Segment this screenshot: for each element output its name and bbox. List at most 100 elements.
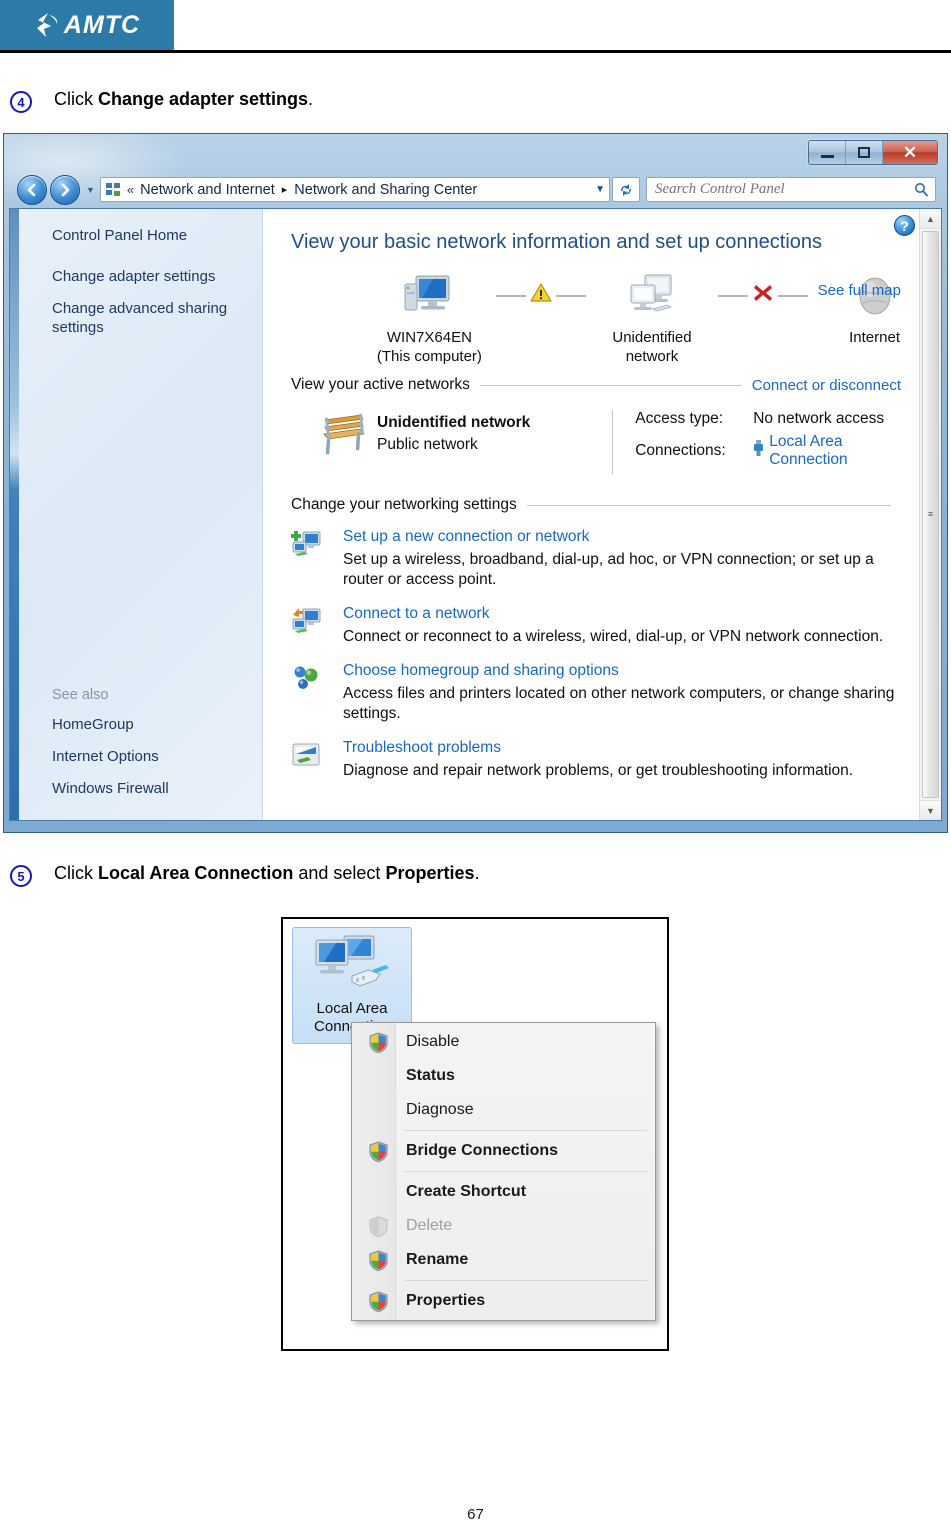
- network-sharing-center-window: ✕ ▼ « Network and Internet ▸ Network and…: [3, 133, 948, 833]
- forward-arrow-icon: [61, 183, 70, 196]
- breadcrumb-item-network-internet[interactable]: Network and Internet: [140, 182, 275, 198]
- search-input[interactable]: [653, 180, 914, 199]
- list-item[interactable]: Set up a new connection or network Set u…: [291, 528, 899, 590]
- menu-item-label: Rename: [406, 1251, 469, 1268]
- see-full-map-link[interactable]: See full map: [818, 282, 901, 299]
- step-5-suffix: .: [474, 863, 480, 883]
- vertical-scrollbar[interactable]: ▲ ≡ ▼: [919, 209, 941, 820]
- sidebar-item-control-panel-home[interactable]: Control Panel Home: [52, 226, 262, 245]
- network-node-this-computer[interactable]: WIN7X64EN (This computer): [363, 268, 496, 366]
- menu-item-status[interactable]: Status: [352, 1059, 655, 1093]
- active-network-divider: [612, 410, 614, 474]
- maximize-button[interactable]: [846, 141, 883, 164]
- networking-settings-header: Change your networking settings: [291, 496, 941, 514]
- connect-or-disconnect-link[interactable]: Connect or disconnect: [752, 377, 901, 394]
- scrollbar-grip-icon: ≡: [927, 509, 934, 519]
- networking-settings-list: Set up a new connection or network Set u…: [291, 528, 941, 781]
- access-type-label: Access type:: [635, 410, 724, 427]
- sidebar-item-homegroup[interactable]: HomeGroup: [52, 715, 169, 734]
- shield-icon: [360, 1140, 396, 1162]
- list-item[interactable]: Troubleshoot problems Diagnose and repai…: [291, 739, 899, 781]
- breadcrumb-overflow[interactable]: «: [127, 182, 134, 197]
- computer-name: WIN7X64EN: [386, 329, 472, 346]
- list-item[interactable]: Connect to a network Connect or reconnec…: [291, 605, 899, 647]
- logo-swoosh-icon: [36, 13, 58, 37]
- menu-item-bridge-connections[interactable]: Bridge Connections: [352, 1134, 655, 1168]
- minimize-button[interactable]: [809, 141, 846, 164]
- network-node-unidentified-network[interactable]: Unidentified network: [586, 268, 719, 366]
- window-titlebar: ✕: [9, 138, 942, 171]
- active-network-details: Access type: No network access Connectio…: [635, 410, 901, 474]
- forward-button[interactable]: [50, 174, 80, 205]
- menu-item-label: Status: [406, 1067, 455, 1084]
- scrollbar-thumb[interactable]: ≡: [922, 231, 939, 798]
- recent-pages-dropdown[interactable]: ▼: [86, 185, 95, 195]
- step-4-text: Click Change adapter settings.: [54, 88, 313, 110]
- scroll-down-button[interactable]: ▼: [920, 800, 941, 820]
- step-5-text: Click Local Area Connection and select P…: [54, 862, 480, 884]
- scroll-up-button[interactable]: ▲: [920, 209, 941, 229]
- tile-label-line1: Local Area: [316, 1000, 388, 1017]
- sidebar-item-change-adapter-settings[interactable]: Change adapter settings: [52, 267, 262, 286]
- page-header: AMTC: [0, 0, 951, 58]
- maximize-icon: [858, 147, 870, 158]
- header-divider: [0, 50, 951, 53]
- menu-item-properties[interactable]: Properties: [352, 1284, 655, 1318]
- minimize-icon: [820, 154, 834, 158]
- search-box[interactable]: [646, 177, 936, 202]
- back-button[interactable]: [17, 174, 47, 205]
- step-5-bold-2: Properties: [385, 863, 475, 883]
- menu-item-rename[interactable]: Rename: [352, 1243, 655, 1277]
- networking-settings-title: Change your networking settings: [291, 496, 517, 513]
- see-also-title: See also: [52, 687, 109, 703]
- link-troubleshoot-problems[interactable]: Troubleshoot problems: [343, 739, 899, 757]
- connections-row: Connections: Local Area Connection: [635, 433, 901, 469]
- section-rule: [479, 384, 742, 386]
- menu-item-label: Create Shortcut: [406, 1183, 527, 1200]
- menu-item-create-shortcut[interactable]: Create Shortcut: [352, 1175, 655, 1209]
- sidebar-item-change-advanced-sharing-settings[interactable]: Change advanced sharing settings: [52, 299, 237, 337]
- new-connection-icon: [291, 528, 343, 590]
- link-choose-homegroup-sharing[interactable]: Choose homegroup and sharing options: [343, 662, 899, 680]
- link-description: Set up a wireless, broadband, dial-up, a…: [343, 551, 874, 588]
- connect-network-icon: [291, 605, 343, 647]
- breadcrumb-item-network-sharing-center[interactable]: Network and Sharing Center: [294, 182, 477, 198]
- sidebar-item-internet-options[interactable]: Internet Options: [52, 747, 169, 766]
- menu-item-diagnose[interactable]: Diagnose: [352, 1093, 655, 1127]
- menu-item-disable[interactable]: Disable: [352, 1025, 655, 1059]
- active-networks-title: View your active networks: [291, 376, 470, 393]
- step-5-prefix: Click: [54, 863, 98, 883]
- computer-subtitle: (This computer): [376, 348, 482, 365]
- local-area-connection-link[interactable]: Local Area Connection: [769, 433, 901, 469]
- active-network-type: Public network: [377, 436, 478, 453]
- close-button[interactable]: ✕: [883, 141, 937, 164]
- red-x-icon: [748, 280, 779, 310]
- window-controls: ✕: [808, 140, 938, 165]
- link-description: Connect or reconnect to a wireless, wire…: [343, 628, 884, 645]
- shield-icon: [360, 1031, 396, 1053]
- refresh-button[interactable]: [612, 177, 640, 202]
- active-network-row: Unidentified network Public network Acce…: [291, 410, 941, 474]
- list-item[interactable]: Choose homegroup and sharing options Acc…: [291, 662, 899, 724]
- sidebar-item-windows-firewall[interactable]: Windows Firewall: [52, 779, 169, 798]
- breadcrumb-separator: ▸: [281, 184, 288, 196]
- section-rule: [526, 504, 891, 506]
- link-set-up-new-connection[interactable]: Set up a new connection or network: [343, 528, 899, 546]
- sidebar: Control Panel Home Change adapter settin…: [10, 209, 263, 820]
- active-network-identity[interactable]: Unidentified network Public network: [291, 410, 612, 463]
- warning-triangle-icon: [525, 281, 556, 309]
- access-type-row: Access type: No network access: [635, 410, 901, 428]
- help-button[interactable]: ?: [894, 215, 915, 236]
- link-connect-to-a-network[interactable]: Connect to a network: [343, 605, 899, 623]
- connections-label: Connections:: [635, 442, 726, 459]
- shield-icon: [360, 1290, 396, 1312]
- homegroup-icon: [291, 662, 343, 724]
- park-bench-icon: [319, 410, 377, 463]
- active-networks-header: View your active networks Connect or dis…: [291, 376, 941, 394]
- address-bar[interactable]: « Network and Internet ▸ Network and Sha…: [99, 177, 610, 202]
- logo-text: AMTC: [63, 10, 141, 39]
- shield-disabled-icon: [360, 1215, 396, 1237]
- navigation-bar: ▼ « Network and Internet ▸ Network and S…: [9, 171, 942, 208]
- address-dropdown-icon[interactable]: ▼: [587, 184, 605, 195]
